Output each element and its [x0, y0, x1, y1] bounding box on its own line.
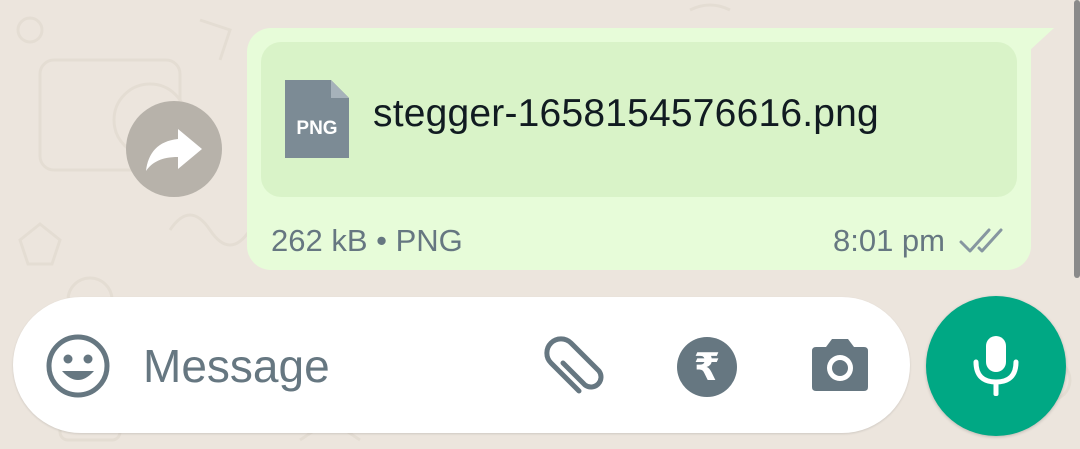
bubble-tail — [1028, 28, 1054, 52]
message-meta: 8:01 pm — [833, 223, 1007, 259]
forward-button[interactable] — [126, 101, 222, 197]
message-time: 8:01 pm — [832, 223, 945, 258]
rupee-symbol: ₹ — [693, 346, 721, 389]
double-check-icon — [959, 228, 1003, 253]
mic-icon — [973, 336, 1019, 396]
png-file-icon: PNG — [285, 80, 349, 158]
message-composer: ₹ — [13, 297, 910, 433]
outgoing-message-bubble[interactable]: PNG stegger-1658154576616.png 262 kB • P… — [247, 28, 1031, 270]
paperclip-icon[interactable] — [541, 333, 609, 401]
file-meta: 262 kB • PNG — [271, 223, 463, 258]
emoji-icon[interactable] — [45, 333, 111, 399]
scrollbar-thumb[interactable] — [1074, 0, 1080, 278]
file-type-label: PNG — [296, 118, 337, 139]
rupee-icon[interactable]: ₹ — [677, 337, 737, 397]
file-name: stegger-1658154576616.png — [373, 92, 879, 135]
voice-record-button[interactable] — [926, 296, 1066, 436]
forward-icon — [146, 129, 202, 171]
camera-icon[interactable] — [808, 335, 872, 395]
message-input[interactable] — [143, 333, 503, 399]
file-attachment-card[interactable]: PNG stegger-1658154576616.png — [261, 42, 1017, 197]
